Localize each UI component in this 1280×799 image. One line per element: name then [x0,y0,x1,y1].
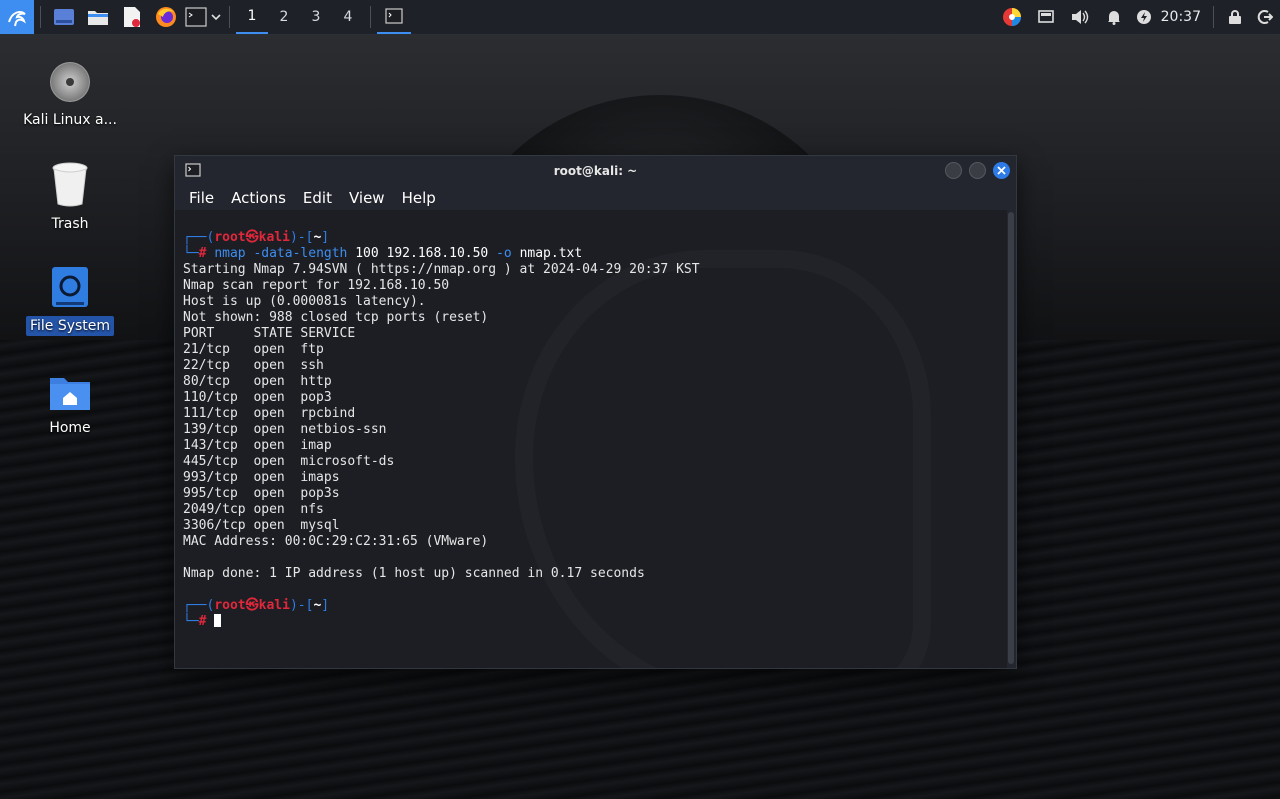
terminal-lines: ┌──(root㉿kali)-[~] └─# nmap -data-length… [175,210,1007,630]
desktop-icon-trash[interactable]: Trash [20,162,120,234]
trash-icon [52,162,88,207]
firefox-launcher[interactable] [149,0,183,34]
input-line: └─# [183,614,1007,630]
output-line: 80/tcp open http [183,374,332,389]
volume-applet[interactable] [1063,0,1097,34]
output-line: 993/tcp open imaps [183,470,340,485]
menu-actions[interactable]: Actions [231,189,286,207]
output-line: 995/tcp open pop3s [183,486,340,501]
scrollbar[interactable] [1008,212,1014,664]
window-titlebar[interactable]: root@kali: ~ [175,156,1016,185]
desktop-icon-home[interactable]: Home [20,374,120,438]
logout-button[interactable] [1250,0,1280,34]
menu-help[interactable]: Help [402,189,436,207]
text-editor-launcher[interactable] [115,0,149,34]
output-line: Nmap done: 1 IP address (1 host up) scan… [183,566,645,581]
output-line: 445/tcp open microsoft-ds [183,454,395,469]
kali-dragon-icon [8,11,26,27]
screen-icon [1037,10,1054,23]
color-wheel-icon [1002,8,1021,26]
output-line: 2049/tcp open nfs [183,502,324,517]
terminal-launcher[interactable] [183,0,209,34]
output-line: Nmap scan report for 192.168.10.50 [183,278,450,293]
logout-icon [1257,10,1273,24]
file-manager-launcher[interactable] [81,0,115,34]
desktop-icon-label: Kali Linux a... [23,112,117,128]
panel-separator [1213,6,1214,28]
top-panel: 1 2 3 4 20:37 [0,0,1280,35]
desktop-icon-label: Trash [51,216,89,232]
output-line: 139/tcp open netbios-ssn [183,422,387,437]
show-desktop-button[interactable] [47,0,81,34]
lock-screen-button[interactable] [1220,0,1250,34]
maximize-button[interactable] [969,162,986,179]
output-line: Not shown: 988 closed tcp ports (reset) [183,310,489,325]
minimize-button[interactable] [945,162,962,179]
desktop-icon-label: File System [25,316,115,336]
kali-menu-button[interactable] [0,0,34,34]
workspace-1[interactable]: 1 [236,0,268,34]
lock-icon [1229,10,1241,24]
panel-separator [229,6,230,28]
panel-separator [370,6,371,28]
panel-separator [40,6,41,28]
output-line: 3306/tcp open mysql [183,518,340,533]
firefox-icon [156,7,176,27]
folder-icon [88,11,108,25]
workspace-3[interactable]: 3 [300,0,332,34]
desktop-icon-kali-disc[interactable]: Kali Linux a... [20,60,120,130]
notifications-applet[interactable] [1097,0,1131,34]
output-line: 22/tcp open ssh [183,358,324,373]
terminal-icon [185,7,207,27]
speaker-icon [1071,10,1088,24]
terminal-icon [385,8,403,24]
drive-icon [52,267,88,307]
home-folder-icon [50,378,90,410]
close-button[interactable] [993,162,1010,179]
power-bolt-icon [1136,10,1151,24]
launcher-dropdown[interactable] [209,0,223,34]
display-applet[interactable] [1029,0,1063,34]
power-manager-applet[interactable] [1131,0,1157,34]
panel-clock[interactable]: 20:37 [1161,9,1201,25]
command-line: └─# nmap -data-length 100 192.168.10.50 … [183,246,583,261]
menu-edit[interactable]: Edit [303,189,332,207]
menu-view[interactable]: View [349,189,385,207]
disc-icon [50,62,90,102]
output-line: 111/tcp open rpcbind [183,406,356,421]
window-title: root@kali: ~ [553,163,638,178]
color-picker-applet[interactable] [995,0,1029,34]
output-line: 21/tcp open ftp [183,342,324,357]
command-output: Starting Nmap 7.94SVN ( https://nmap.org… [183,262,1007,598]
desktop-icon-label: Home [49,420,91,436]
desktop-icon-file-system[interactable]: File System [20,266,120,336]
chevron-down-icon [211,14,221,21]
terminal-window: root@kali: ~ File Actions Edit View Help… [174,155,1017,669]
output-line: 143/tcp open imap [183,438,332,453]
close-icon [997,166,1006,175]
taskbar-terminal-window[interactable] [377,0,411,34]
desktop-icon [54,9,74,25]
prompt-line: ┌──(root㉿kali)-[~] [183,230,330,245]
output-line: PORT STATE SERVICE [183,326,356,341]
text-cursor [214,614,222,627]
prompt-line: ┌──(root㉿kali)-[~] [183,598,330,613]
menu-file[interactable]: File [189,189,214,207]
terminal-output-area[interactable]: ┌──(root㉿kali)-[~] └─# nmap -data-length… [175,210,1007,668]
output-line: Starting Nmap 7.94SVN ( https://nmap.org… [183,262,700,277]
workspace-4[interactable]: 4 [332,0,364,34]
bell-icon [1107,11,1120,25]
window-menubar: File Actions Edit View Help [175,185,1016,210]
output-line: MAC Address: 00:0C:29:C2:31:65 (VMware) [183,534,489,549]
text-editor-icon [124,7,140,27]
output-line: Host is up (0.000081s latency). [183,294,426,309]
workspace-2[interactable]: 2 [268,0,300,34]
output-line: 110/tcp open pop3 [183,390,332,405]
